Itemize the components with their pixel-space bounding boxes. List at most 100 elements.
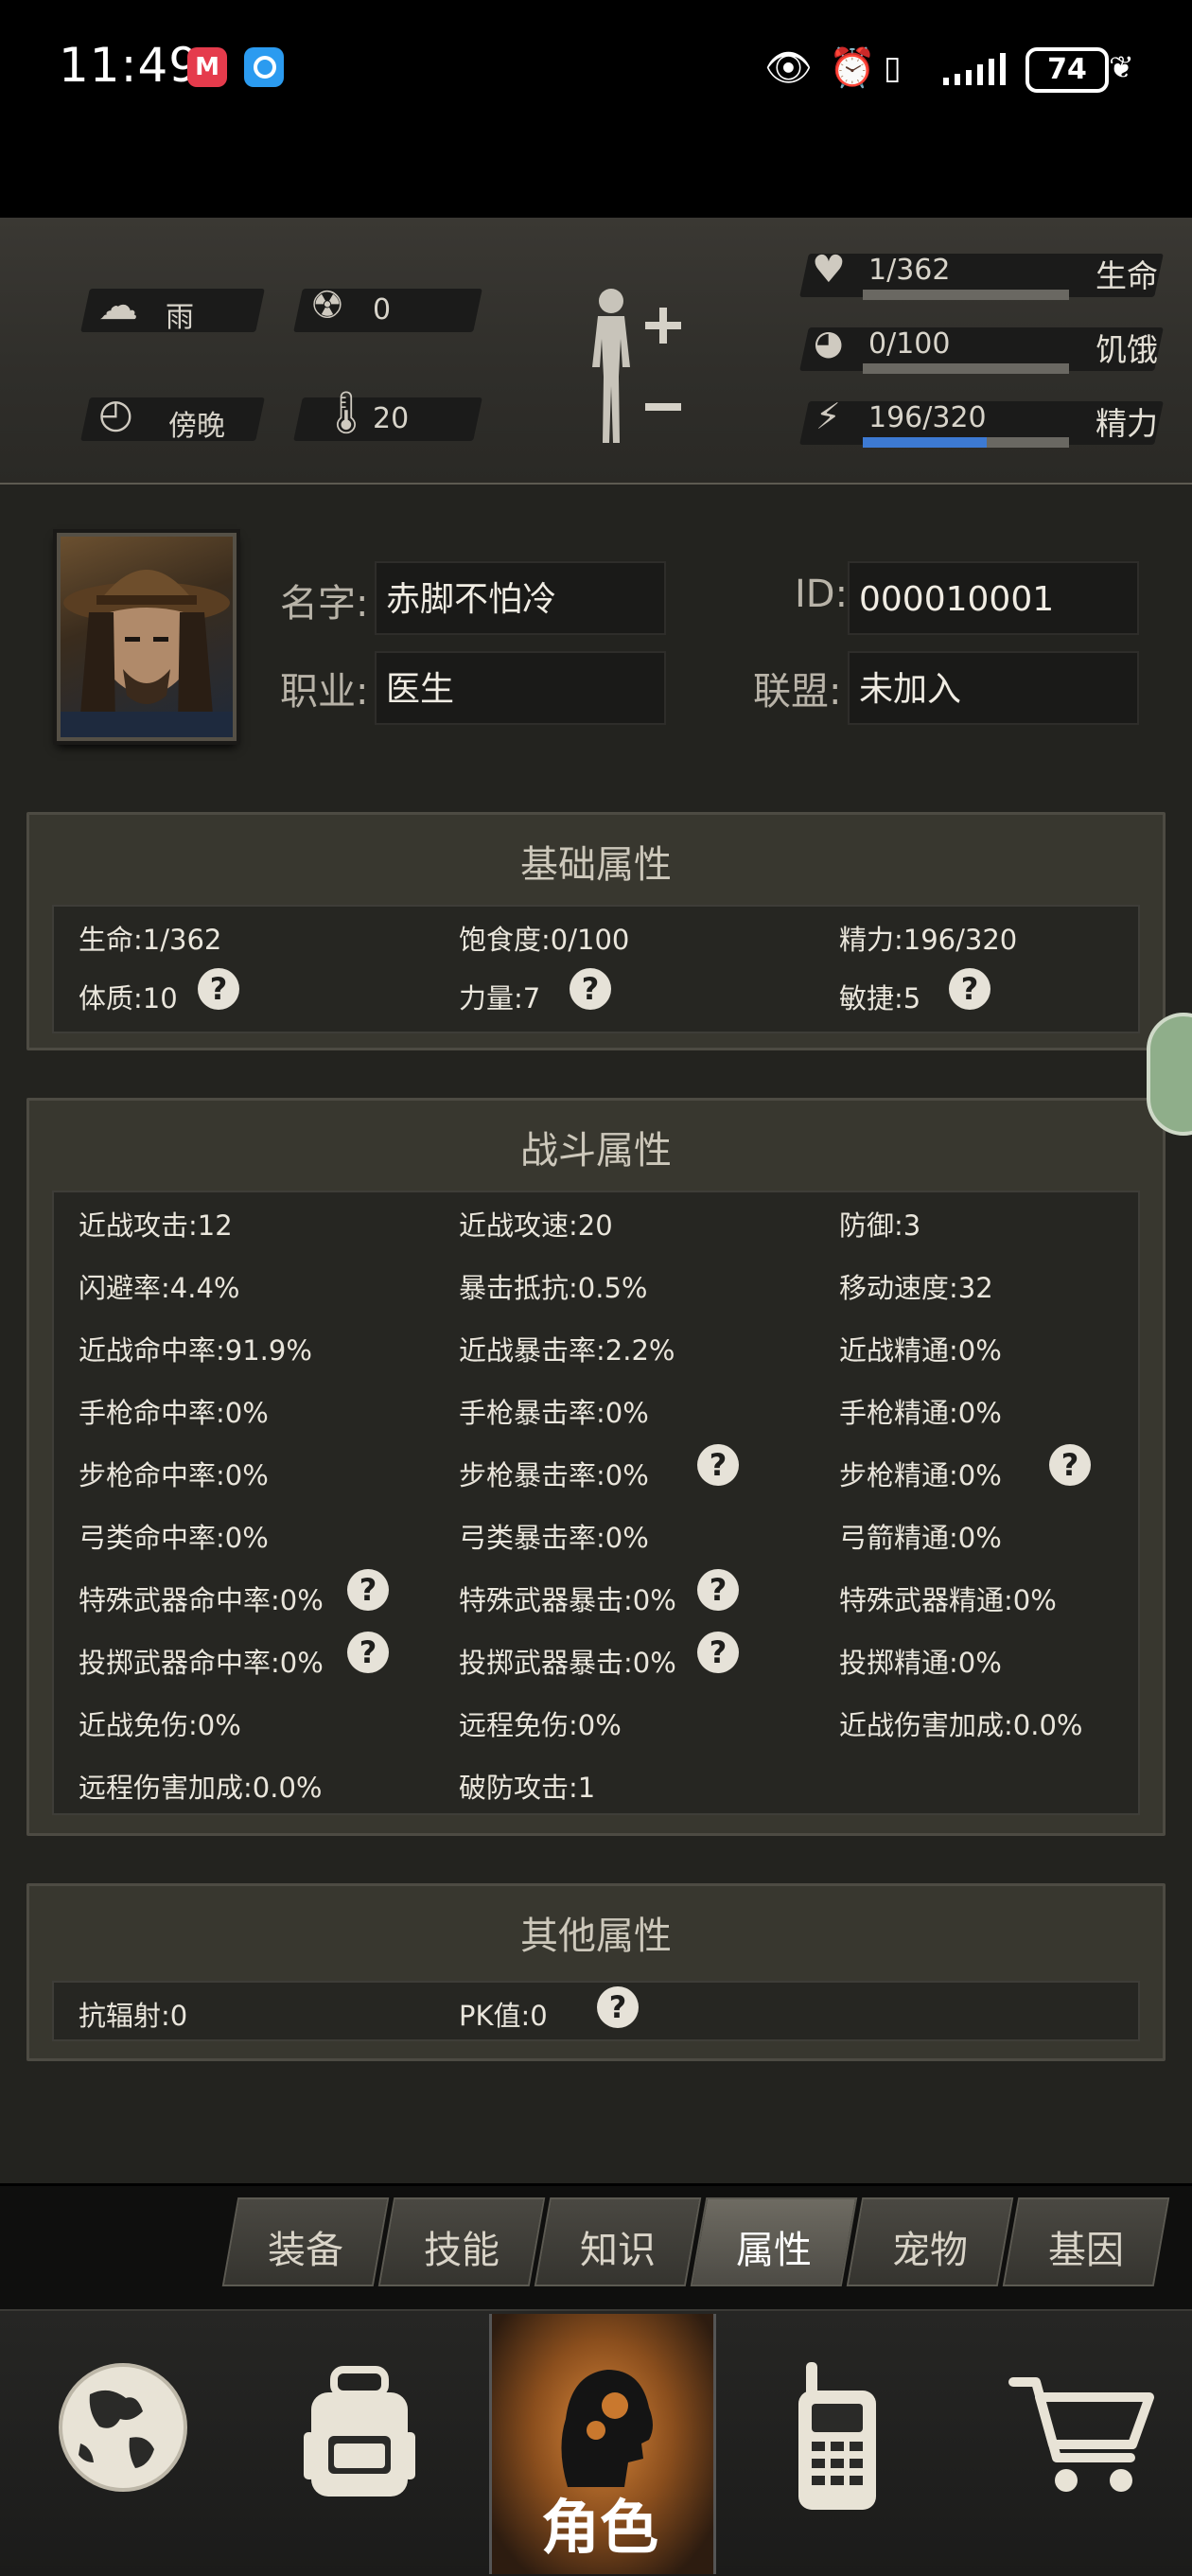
job-label: 职业 xyxy=(280,670,356,714)
hunger-value: 0/100 xyxy=(868,327,951,361)
attr-radiation-resist: 抗辐射:0 xyxy=(79,2000,188,2032)
help-icon[interactable]: ? xyxy=(697,1632,739,1673)
tab-skills-label: 技能 xyxy=(424,2229,500,2272)
attr-melee-attack: 近战攻击:12 xyxy=(79,1209,233,1242)
attr-special-crit: 特殊武器暴击:0% xyxy=(459,1584,676,1616)
attr-constitution: 体质:10 xyxy=(79,982,178,1015)
attr-ranged-damage-bonus: 远程伤害加成:0.0% xyxy=(79,1772,323,1804)
help-icon[interactable]: ? xyxy=(347,1569,389,1611)
battery-indicator: 74 xyxy=(1025,47,1109,93)
attr-energy: 精力:196/320 xyxy=(839,924,1018,956)
help-icon[interactable]: ? xyxy=(597,1986,639,2028)
help-icon[interactable]: ? xyxy=(570,968,611,1010)
heart-icon: ♥ xyxy=(812,248,846,291)
character-icon xyxy=(561,2370,653,2487)
attr-satiety: 饱食度:0/100 xyxy=(459,924,630,956)
app-notification-icon: M xyxy=(187,47,227,87)
energy-bar-fill xyxy=(863,437,987,448)
other-attributes-title: 其他属性 xyxy=(520,1914,672,1958)
energy-value: 196/320 xyxy=(868,401,987,434)
tab-pets-label: 宠物 xyxy=(892,2229,968,2272)
combat-attributes-body: 近战攻击:12 近战攻速:20 防御:3 闪避率:4.4% 暴击抵抗:0.5% … xyxy=(52,1191,1140,1815)
energy-label: 精力 xyxy=(1096,405,1158,442)
attr-rifle-crit: 步枪暴击率:0% xyxy=(459,1459,649,1491)
attr-bow-mastery: 弓箭精通:0% xyxy=(839,1522,1002,1554)
name-label: 名字 xyxy=(280,582,356,626)
help-icon[interactable]: ? xyxy=(1049,1444,1091,1486)
attr-rifle-hit: 步枪命中率:0% xyxy=(79,1459,269,1491)
leaf-icon: ❦ xyxy=(1109,49,1134,85)
attr-bow-crit: 弓类暴击率:0% xyxy=(459,1522,649,1554)
job-field: 医生 xyxy=(375,651,666,725)
attr-armor-break: 破防攻击:1 xyxy=(459,1772,596,1804)
hunger-label: 饥饿 xyxy=(1096,331,1158,368)
id-label: ID xyxy=(795,573,835,616)
hp-label: 生命 xyxy=(1096,257,1158,294)
tab-genes-label: 基因 xyxy=(1048,2229,1124,2272)
attr-hp: 生命:1/362 xyxy=(79,924,222,956)
attr-throw-hit: 投掷武器命中率:0% xyxy=(79,1647,324,1679)
tab-equipment-label: 装备 xyxy=(268,2229,343,2272)
name-field: 赤脚不怕冷 xyxy=(375,561,666,635)
alliance-label: 联盟 xyxy=(753,670,829,714)
other-attributes-section: 其他属性 抗辐射:0 PK值:0 ? xyxy=(26,1883,1166,2061)
energy-icon: ⚡ xyxy=(815,396,841,437)
attr-melee-reduction: 近战免伤:0% xyxy=(79,1709,241,1741)
attr-bow-hit: 弓类命中率:0% xyxy=(79,1522,269,1554)
attr-defense: 防御:3 xyxy=(839,1209,921,1242)
help-icon[interactable]: ? xyxy=(347,1632,389,1673)
attr-pistol-mastery: 手枪精通:0% xyxy=(839,1397,1002,1429)
stomach-icon: ◕ xyxy=(814,324,844,362)
weather-value: 雨 xyxy=(166,301,194,334)
help-icon[interactable]: ? xyxy=(198,968,239,1010)
tab-knowledge-label: 知识 xyxy=(580,2229,656,2272)
basic-attributes-section: 基础属性 生命:1/362 饱食度:0/100 精力:196/320 体质:10… xyxy=(26,812,1166,1050)
nav-character-label: 角色 xyxy=(540,2493,658,2562)
thermometer-icon: 🌡 xyxy=(320,389,373,437)
radiation-icon: ☢ xyxy=(310,284,344,327)
attr-melee-damage-bonus: 近战伤害加成:0.0% xyxy=(839,1709,1083,1741)
shop-cart-icon[interactable] xyxy=(1008,2371,1159,2503)
body-status-button[interactable] xyxy=(575,282,689,452)
attr-melee-crit: 近战暴击率:2.2% xyxy=(459,1334,675,1367)
alarm-icon: ⏰ xyxy=(829,46,876,90)
attr-crit-resist: 暴击抵抗:0.5% xyxy=(459,1272,648,1304)
temperature-value: 20 xyxy=(373,402,410,435)
attr-move-speed: 移动速度:32 xyxy=(839,1272,993,1304)
status-time: 11:49 xyxy=(59,38,201,93)
eye-icon: 👁 xyxy=(764,46,813,90)
character-avatar[interactable] xyxy=(57,533,237,741)
help-icon[interactable]: ? xyxy=(949,968,990,1010)
search-app-icon xyxy=(244,47,284,87)
radiation-value: 0 xyxy=(373,293,392,326)
help-icon[interactable]: ? xyxy=(697,1569,739,1611)
attr-dodge: 闪避率:4.4% xyxy=(79,1272,240,1304)
attr-special-hit: 特殊武器命中率:0% xyxy=(79,1584,324,1616)
attr-melee-hit: 近战命中率:91.9% xyxy=(79,1334,312,1367)
attr-pistol-hit: 手枪命中率:0% xyxy=(79,1397,269,1429)
attr-special-mastery: 特殊武器精通:0% xyxy=(839,1584,1057,1616)
vibrate-icon: ▯ xyxy=(884,49,902,87)
attr-throw-mastery: 投掷精通:0% xyxy=(839,1647,1002,1679)
other-attributes-body: 抗辐射:0 PK值:0 ? xyxy=(52,1981,1140,2041)
clock-icon: ◴ xyxy=(98,390,133,436)
attr-strength: 力量:7 xyxy=(459,982,541,1015)
combat-attributes-title: 战斗属性 xyxy=(520,1129,672,1173)
tab-attributes-label: 属性 xyxy=(736,2229,812,2272)
id-field: 000010001 xyxy=(848,561,1139,635)
floating-chat-bubble[interactable] xyxy=(1147,1013,1192,1136)
hunger-bar xyxy=(863,363,1069,374)
world-map-icon[interactable] xyxy=(52,2356,194,2498)
hp-bar xyxy=(863,290,1069,300)
radio-icon[interactable] xyxy=(785,2356,889,2517)
basic-attributes-title: 基础属性 xyxy=(520,843,672,887)
alliance-field: 未加入 xyxy=(848,651,1139,725)
rain-cloud-icon: ☁ xyxy=(98,282,138,328)
combat-attributes-section: 战斗属性 近战攻击:12 近战攻速:20 防御:3 闪避率:4.4% 暴击抵抗:… xyxy=(26,1098,1166,1836)
attr-pistol-crit: 手枪暴击率:0% xyxy=(459,1397,649,1429)
backpack-icon[interactable] xyxy=(289,2356,430,2508)
help-icon[interactable]: ? xyxy=(697,1444,739,1486)
basic-attributes-body: 生命:1/362 饱食度:0/100 精力:196/320 体质:10 ? 力量… xyxy=(52,905,1140,1033)
attr-melee-speed: 近战攻速:20 xyxy=(459,1209,613,1242)
attr-pk-value: PK值:0 xyxy=(459,2000,548,2032)
